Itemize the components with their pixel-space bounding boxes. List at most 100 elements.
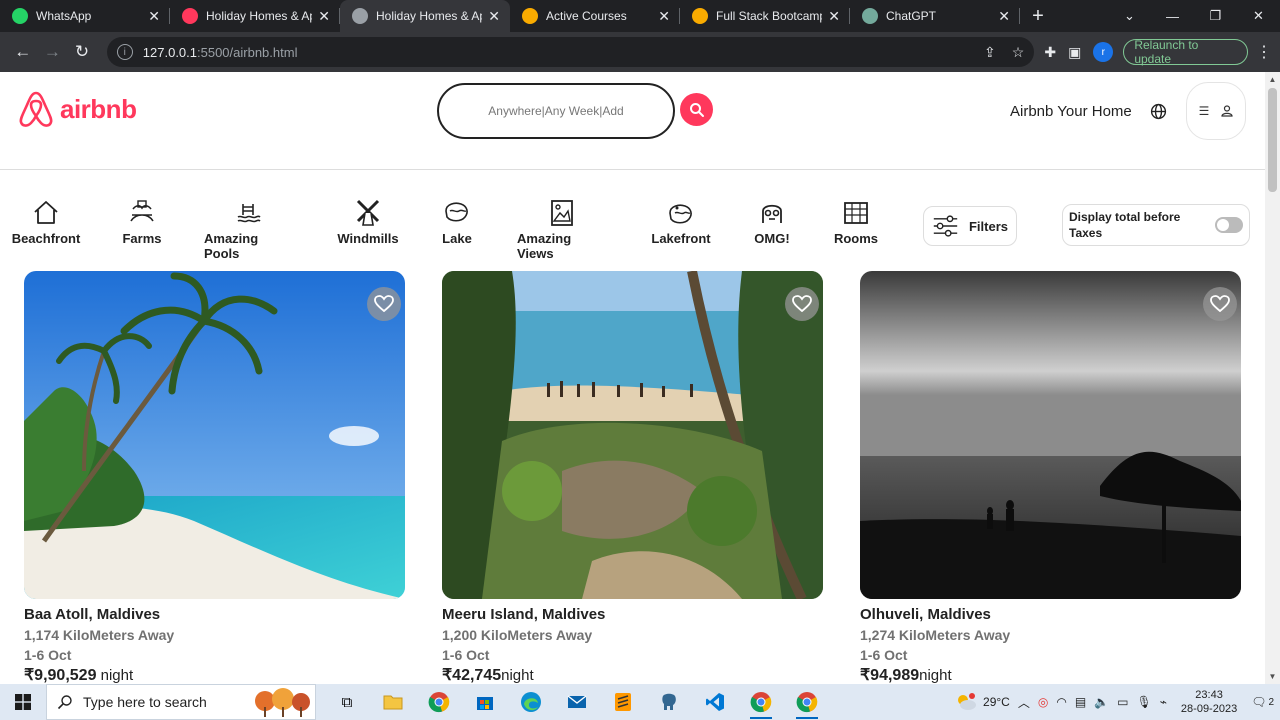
network-icon[interactable]: ▤ <box>1075 695 1086 709</box>
profile-avatar[interactable]: r <box>1093 42 1114 62</box>
site-header: airbnb Anywhere|Any Week|Add Airbnb Your… <box>0 72 1265 170</box>
chrome-taskbar-button[interactable] <box>416 684 462 720</box>
chrome-active-button[interactable] <box>784 684 830 720</box>
airbnb-logo[interactable]: airbnb <box>18 90 137 128</box>
airbnb-your-home-link[interactable]: Airbnb Your Home <box>1010 103 1132 120</box>
beach-palm-photo <box>24 271 405 599</box>
browser-tab[interactable]: ChatGPT ✕ <box>850 0 1020 32</box>
search-icon <box>689 102 704 117</box>
browser-tab[interactable]: Holiday Homes & Ap… ✕ <box>170 0 340 32</box>
microphone-icon[interactable]: 🎙 <box>1136 695 1151 709</box>
url-host: 127.0.0.1 <box>142 44 197 60</box>
system-tray: 29°C ︿ ◎ ◠ ▤ 🔈 ▭ 🎙 ⌁ 23:43 28-09-2023 🗨 … <box>955 684 1280 720</box>
toggle-knob <box>1217 219 1229 231</box>
wifi-icon[interactable]: ◠ <box>1056 695 1066 709</box>
browser-tab[interactable]: Active Courses ✕ <box>510 0 680 32</box>
share-icon[interactable]: ⇪ <box>984 44 996 61</box>
category-lake[interactable]: Lake <box>412 199 502 246</box>
vscode-taskbar-button[interactable] <box>692 684 738 720</box>
maximize-button[interactable]: ❐ <box>1194 8 1237 24</box>
search-bar[interactable]: Anywhere|Any Week|Add <box>437 83 675 139</box>
close-window-button[interactable]: ✕ <box>1237 8 1280 24</box>
category-rooms[interactable]: Rooms <box>811 199 901 246</box>
category-omg[interactable]: OMG! <box>727 199 817 246</box>
elephant-icon <box>662 693 676 710</box>
listing-photo[interactable] <box>24 271 405 599</box>
scroll-down-arrow[interactable]: ▼ <box>1265 672 1280 681</box>
close-tab-icon[interactable]: ✕ <box>488 8 500 25</box>
postgres-button[interactable] <box>646 684 692 720</box>
category-windmills[interactable]: Windmills <box>323 199 413 246</box>
address-bar[interactable]: i 127.0.0.1:5500/airbnb.html ⇪ ☆ <box>106 37 1035 67</box>
forward-button[interactable]: → <box>38 37 68 67</box>
bookmark-star-icon[interactable]: ☆ <box>1012 44 1025 61</box>
display-total-toggle-container: Display total before Taxes <box>1062 204 1250 246</box>
show-hidden-icons-chevron[interactable]: ︿ <box>1018 694 1030 711</box>
start-button[interactable] <box>0 684 46 720</box>
listing-card[interactable]: Meeru Island, Maldives 1,200 KiloMeters … <box>442 271 823 684</box>
microsoft-store-button[interactable] <box>462 684 508 720</box>
category-lakefront[interactable]: Lakefront <box>636 199 726 246</box>
close-tab-icon[interactable]: ✕ <box>318 8 330 25</box>
listing-card[interactable]: Olhuveli, Maldives 1,274 KiloMeters Away… <box>860 271 1241 684</box>
display-total-toggle[interactable] <box>1215 217 1243 233</box>
favorite-heart-button[interactable] <box>785 287 819 321</box>
notification-icon: 🗨 <box>1251 695 1267 709</box>
url-path: :5500/airbnb.html <box>197 44 298 60</box>
edge-taskbar-button[interactable] <box>508 684 554 720</box>
search-button[interactable] <box>680 93 713 126</box>
reload-button[interactable]: ↻ <box>67 37 97 67</box>
close-tab-icon[interactable]: ✕ <box>658 8 670 25</box>
scrollbar-thumb[interactable] <box>1268 88 1277 192</box>
browser-tab[interactable]: Holiday Homes & Ap… ✕ <box>340 0 510 32</box>
site-info-icon[interactable]: i <box>116 44 133 60</box>
file-explorer-button[interactable] <box>370 684 416 720</box>
globe-icon[interactable] <box>1150 103 1167 120</box>
listing-photo[interactable] <box>442 271 823 599</box>
favorite-heart-button[interactable] <box>1203 287 1237 321</box>
user-menu-button[interactable]: ☰ <box>1186 82 1246 140</box>
task-view-button[interactable]: ⧉ <box>324 684 370 720</box>
new-tab-button[interactable]: + <box>1020 0 1056 32</box>
category-amazing-pools[interactable]: Amazing Pools <box>204 199 294 261</box>
category-farms[interactable]: Farms <box>97 199 187 246</box>
filters-button[interactable]: Filters <box>923 206 1017 246</box>
page-scrollbar[interactable]: ▲ ▼ <box>1265 72 1280 684</box>
category-amazing-views[interactable]: Amazing Views <box>517 199 607 261</box>
sublime-text-button[interactable] <box>600 684 646 720</box>
taskbar-search-box[interactable]: Type here to search <box>46 684 316 720</box>
close-tab-icon[interactable]: ✕ <box>998 8 1010 25</box>
page-viewport: airbnb Anywhere|Any Week|Add Airbnb Your… <box>0 72 1280 684</box>
listing-photo[interactable] <box>860 271 1241 599</box>
taskbar-clock[interactable]: 23:43 28-09-2023 <box>1175 688 1243 716</box>
side-panel-icon[interactable]: ▣ <box>1068 44 1081 61</box>
tab-title: Active Courses <box>546 9 627 23</box>
browser-tab[interactable]: Full Stack Bootcamp (… ✕ <box>680 0 850 32</box>
window-controls: ⌄ — ❐ ✕ <box>1108 0 1280 32</box>
listing-location: Baa Atoll, Maldives <box>24 606 161 623</box>
notifications-button[interactable]: 🗨 2 <box>1251 695 1274 709</box>
extensions-puzzle-icon[interactable]: ✚ <box>1044 44 1056 61</box>
tab-list: WhatsApp✕Holiday Homes & Ap…✕Holiday Hom… <box>0 0 1020 32</box>
category-beachfront[interactable]: Beachfront <box>1 199 91 246</box>
mail-icon <box>567 695 587 708</box>
power-plug-icon[interactable]: ⌁ <box>1160 695 1167 709</box>
chrome-profile-button[interactable] <box>738 684 784 720</box>
antivirus-icon[interactable]: ◎ <box>1038 695 1048 709</box>
listing-card[interactable]: Baa Atoll, Maldives 1,174 KiloMeters Awa… <box>24 271 405 684</box>
minimize-button[interactable]: — <box>1151 9 1194 24</box>
scroll-up-arrow[interactable]: ▲ <box>1265 75 1280 84</box>
browser-tab[interactable]: WhatsApp ✕ <box>0 0 170 32</box>
browser-menu-icon[interactable]: ⋮ <box>1256 42 1272 62</box>
volume-icon[interactable]: 🔈 <box>1094 695 1109 709</box>
close-tab-icon[interactable]: ✕ <box>148 8 160 25</box>
close-tab-icon[interactable]: ✕ <box>828 8 840 25</box>
favorite-heart-button[interactable] <box>367 287 401 321</box>
weather-widget[interactable]: 29°C <box>955 692 1010 712</box>
mail-taskbar-button[interactable] <box>554 684 600 720</box>
back-button[interactable]: ← <box>8 37 38 67</box>
relaunch-to-update-button[interactable]: Relaunch to update <box>1123 38 1248 66</box>
battery-icon[interactable]: ▭ <box>1117 695 1128 709</box>
tab-search-icon[interactable]: ⌄ <box>1108 8 1151 24</box>
listing-dates: 1-6 Oct <box>442 647 490 663</box>
